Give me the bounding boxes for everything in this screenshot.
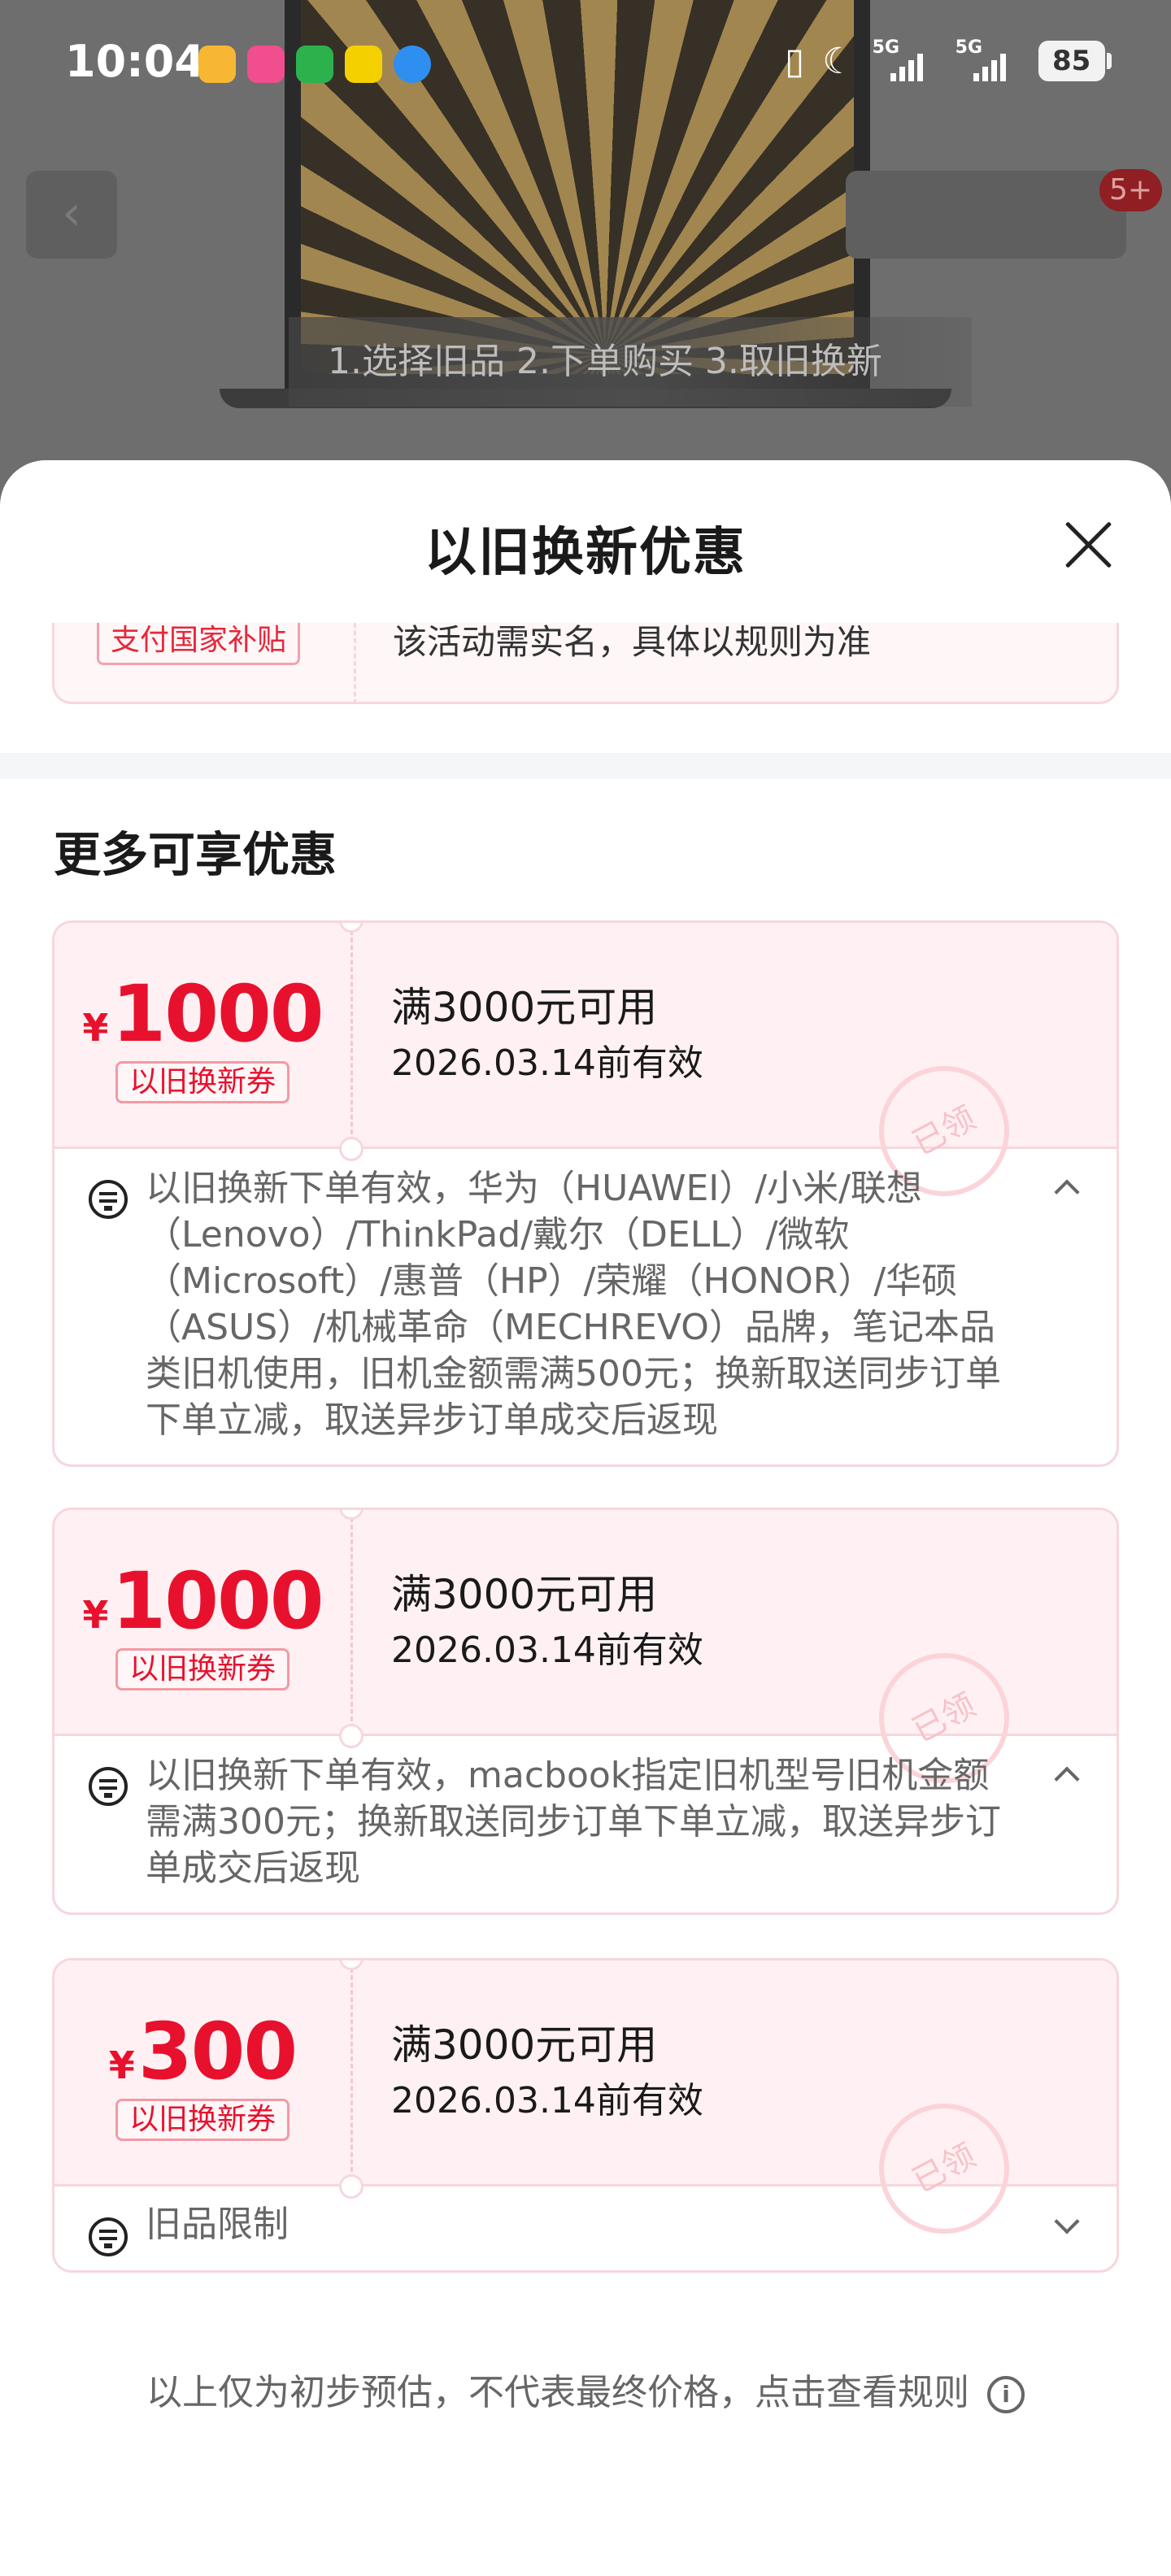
notification-app-icons	[198, 46, 431, 83]
chevron-up-icon[interactable]	[1054, 1766, 1080, 1792]
coupon-amount-panel: ¥1000 以旧换新券	[54, 923, 350, 1149]
do-not-disturb-moon-icon: ☾	[822, 40, 855, 82]
close-icon[interactable]	[1056, 511, 1121, 576]
ticket-icon	[89, 1767, 128, 1806]
status-bar: 10:04 ▯ ☾ 5G 5G 85	[0, 0, 1171, 130]
coupon-type-tag: 以旧换新券	[115, 1061, 290, 1103]
subsidy-tag: 支付国家补贴	[97, 623, 301, 665]
app-notification-icon	[198, 46, 236, 83]
coupon-expiry: 2026.03.14前有效	[391, 1630, 703, 1671]
info-icon[interactable]: i	[987, 2376, 1025, 2413]
coupon-description[interactable]: 旧品限制	[54, 2187, 1117, 2270]
coupon-amount: ¥1000	[82, 968, 324, 1060]
coupon-description-text: 以旧换新下单有效，macbook指定旧机型号旧机金额需满300元；换新取送同步订…	[146, 1755, 1001, 1889]
coupon-condition: 满3000元可用	[391, 984, 658, 1031]
top-actions-group[interactable]	[846, 171, 1126, 259]
sheet-title: 以旧换新优惠	[424, 523, 747, 583]
section-title: 更多可享优惠	[54, 827, 337, 882]
coupon-description[interactable]: 以旧换新下单有效，macbook指定旧机型号旧机金额需满300元；换新取送同步订…	[54, 1736, 1117, 1912]
signal-strength-icon: 5G	[873, 39, 938, 83]
vibrate-icon: ▯	[785, 40, 805, 82]
coupon-amount: ¥300	[108, 2006, 298, 2097]
coupon-type-tag: 以旧换新券	[115, 1648, 290, 1690]
coupon-header: ¥1000 以旧换新券 满3000元可用 2026.03.14前有效 已领	[54, 923, 1117, 1220]
coupon-card[interactable]: ¥1000 以旧换新券 满3000元可用 2026.03.14前有效 已领 以旧…	[52, 920, 1119, 1467]
coupon-header: ¥1000 以旧换新券 满3000元可用 2026.03.14前有效 已领	[54, 1510, 1117, 1807]
coupon-condition: 满3000元可用	[391, 1571, 658, 1618]
chevron-up-icon[interactable]	[1054, 1179, 1080, 1205]
cart-count-badge: 5+	[1099, 169, 1163, 211]
coupon-amount: ¥1000	[82, 1556, 324, 1647]
chevron-down-icon[interactable]	[1054, 2208, 1080, 2234]
battery-icon: 85	[1038, 41, 1112, 81]
rules-link[interactable]: 以上仅为初步预估，不代表最终价格，点击查看规则 i	[0, 2363, 1171, 2415]
app-notification-icon	[296, 46, 333, 83]
coupon-header: ¥300 以旧换新券 满3000元可用 2026.03.14前有效 已领	[54, 1960, 1117, 2257]
perforation-line	[350, 1510, 353, 1736]
coupon-condition: 满3000元可用	[391, 2021, 658, 2069]
app-notification-icon	[247, 46, 285, 83]
coupon-description[interactable]: 以旧换新下单有效，华为（HUAWEI）/小米/联想（Lenovo）/ThinkP…	[54, 1149, 1117, 1464]
subsidy-note: 该活动需实名，具体以规则为准	[393, 622, 872, 662]
section-divider	[0, 753, 1171, 779]
national-subsidy-card: 支付国家补贴 该活动需实名，具体以规则为准	[52, 622, 1119, 704]
signal-strength-icon: 5G	[956, 39, 1021, 83]
coupon-description-text: 旧品限制	[146, 2204, 289, 2245]
coupon-expiry: 2026.03.14前有效	[391, 1042, 703, 1084]
card-divider	[354, 623, 356, 704]
chevron-left-icon: ‹	[62, 185, 81, 242]
coupon-amount-panel: ¥300 以旧换新券	[54, 1960, 350, 2187]
ticket-icon	[89, 1180, 128, 1219]
coupon-amount-panel: ¥1000 以旧换新券	[54, 1510, 350, 1736]
trade-in-offers-sheet: 以旧换新优惠 支付国家补贴 该活动需实名，具体以规则为准 更多可享优惠 ¥100…	[0, 460, 1171, 2576]
rules-note-text: 以上仅为初步预估，不代表最终价格，点击查看规则	[146, 2372, 969, 2413]
coupon-description-text: 以旧换新下单有效，华为（HUAWEI）/小米/联想（Lenovo）/ThinkP…	[146, 1168, 1001, 1441]
status-time: 10:04	[65, 36, 205, 87]
coupon-card[interactable]: ¥300 以旧换新券 满3000元可用 2026.03.14前有效 已领 旧品限…	[52, 1958, 1119, 2273]
trade-in-steps-banner: 1.选择旧品 2.下单购买 3.取旧换新	[289, 317, 972, 407]
coupon-card[interactable]: ¥1000 以旧换新券 满3000元可用 2026.03.14前有效 已领 以旧…	[52, 1508, 1119, 1915]
perforation-line	[350, 1960, 353, 2187]
app-notification-icon	[345, 46, 382, 83]
perforation-line	[350, 923, 353, 1149]
coupon-type-tag: 以旧换新券	[115, 2099, 290, 2141]
system-status-icons: ▯ ☾ 5G 5G 85	[785, 39, 1112, 83]
back-button[interactable]: ‹	[26, 171, 117, 259]
coupon-expiry: 2026.03.14前有效	[391, 2080, 703, 2121]
ticket-icon	[89, 2217, 128, 2256]
app-notification-icon	[394, 46, 431, 83]
